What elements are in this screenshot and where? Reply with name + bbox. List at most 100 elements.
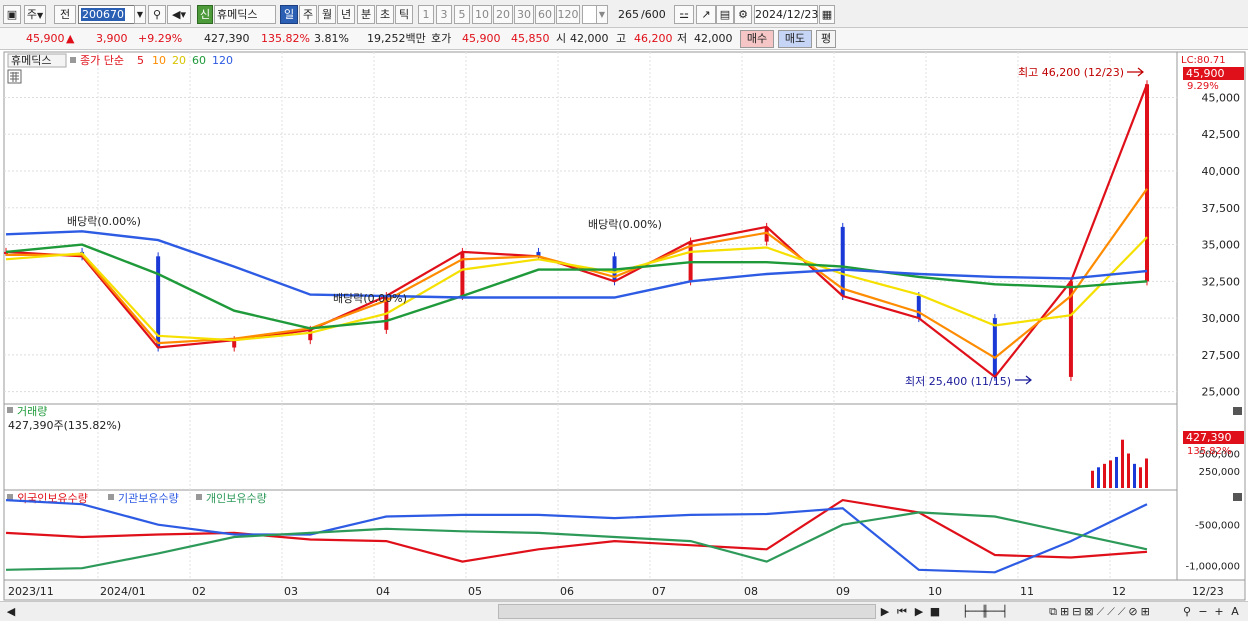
drawing-tool-icon[interactable]: ↗: [696, 5, 716, 24]
data-count-max: /600: [641, 8, 666, 21]
zoom-in-icon[interactable]: +: [1212, 604, 1226, 619]
window-menu-icon[interactable]: ▣: [3, 5, 21, 24]
holdings-tick-label: -500,000: [1195, 521, 1240, 532]
price-tick-label: 40,000: [1202, 165, 1241, 178]
candle-type-icon[interactable]: ⚍: [674, 5, 694, 24]
scroll-right-icon[interactable]: ▶: [878, 604, 892, 619]
price-tick-label: 25,000: [1202, 386, 1241, 399]
interval-1[interactable]: 1: [418, 5, 434, 24]
candle-body: [840, 226, 845, 297]
volume-bar: [1091, 470, 1094, 488]
period-week[interactable]: 주: [299, 5, 317, 24]
holdings-tick-label: -1,000,000: [1185, 562, 1240, 573]
prev-button[interactable]: 전: [54, 5, 76, 24]
dividend-annotation-2: 배당락(0.00%): [333, 292, 407, 305]
period-year[interactable]: 년: [337, 5, 355, 24]
text-tool-icon[interactable]: A: [1228, 604, 1242, 619]
eval-button[interactable]: 평: [816, 30, 836, 48]
candle-body: [1145, 84, 1149, 282]
period-minute[interactable]: 분: [357, 5, 375, 24]
legend-stock: 휴메딕스: [11, 54, 51, 67]
candle-body: [992, 318, 997, 377]
interval-dropdown-icon[interactable]: ▼: [596, 5, 608, 24]
interval-20[interactable]: 20: [493, 5, 513, 24]
legend-ma-120: 120: [212, 54, 233, 67]
period-tick[interactable]: 틱: [395, 5, 413, 24]
period-second[interactable]: 초: [376, 5, 394, 24]
period-month[interactable]: 월: [318, 5, 336, 24]
legend-ma-5: 5: [137, 54, 144, 67]
interval-3[interactable]: 3: [436, 5, 452, 24]
quote-bar: 45,900 ▲ 3,900 +9.29% 427,390 135.82% 3.…: [0, 28, 1248, 50]
holdings-legend-marker-3: [196, 494, 202, 500]
holdings-legend-institution: 기관보유수량: [118, 492, 179, 505]
scroll-thumb[interactable]: [498, 604, 876, 619]
date-tick-label: 04: [376, 585, 390, 598]
volume-bar: [1115, 456, 1118, 488]
scroll-bar[interactable]: ◀ ▶ ⏮ ▶ ■ ├──╫──┤ ⧉⊞⊟⊠⟋⟋⟋⊘⊞ ⚲ − + A: [0, 601, 1248, 621]
legend-ma-10: 10: [152, 54, 166, 67]
high-label: 고: [616, 32, 627, 45]
speaker-icon[interactable]: ◀▾: [167, 5, 191, 24]
price-tick-label: 27,500: [1202, 349, 1241, 362]
volume-bar: [1139, 467, 1142, 488]
drawing-tools[interactable]: ⧉⊞⊟⊠⟋⟋⟋⊘⊞: [1026, 604, 1176, 619]
up-arrow-icon: ▲: [66, 32, 75, 45]
zoom-slider[interactable]: ├──╫──┤: [950, 604, 1020, 619]
type-select[interactable]: 주▼: [24, 5, 46, 24]
interval-30[interactable]: 30: [514, 5, 534, 24]
volume-panel-close-icon[interactable]: [1233, 407, 1242, 415]
rewind-icon[interactable]: ⏮: [894, 604, 910, 619]
play-icon[interactable]: ▶: [912, 604, 926, 619]
date-tick-label: 10: [928, 585, 942, 598]
interval-10[interactable]: 10: [472, 5, 492, 24]
volume-current: 427,390주(135.82%): [8, 419, 121, 432]
chart-svg: 휴메딕스 종가 단순 5 10 20 60 120 LC:80.71 45,00…: [3, 51, 1246, 601]
holdings-legend-marker-2: [108, 494, 114, 500]
interval-60[interactable]: 60: [535, 5, 555, 24]
holdings-panel-close-icon[interactable]: [1233, 493, 1242, 501]
open-price: 42,000: [570, 32, 609, 45]
volume-value: 427,390: [204, 32, 250, 45]
data-count[interactable]: 265: [610, 5, 640, 24]
sell-button[interactable]: 매도: [778, 30, 812, 48]
zoom-out-icon[interactable]: −: [1196, 604, 1210, 619]
bid-ask-label: 호가: [431, 32, 452, 45]
stock-code-value: 200670: [81, 8, 125, 21]
date-input[interactable]: 2024/12/23: [754, 5, 818, 24]
holdings-legend-marker-1: [7, 494, 13, 500]
interval-120[interactable]: 120: [556, 5, 580, 24]
price-tick-label: 32,500: [1202, 275, 1241, 288]
buy-button[interactable]: 매수: [740, 30, 774, 48]
volume-tick-label: 250,000: [1199, 467, 1240, 478]
gear-icon[interactable]: ⚙: [734, 5, 752, 24]
scroll-left-icon[interactable]: ◀: [4, 604, 18, 619]
date-tick-label: 03: [284, 585, 298, 598]
new-badge: 신: [197, 5, 213, 24]
volume-bar: [1121, 439, 1124, 488]
bid-price: 45,850: [511, 32, 550, 45]
price-axis-ticks: 45,000 42,500 40,000 37,500 35,000 32,500 30,0…: [1202, 91, 1241, 398]
stop-icon[interactable]: ■: [928, 604, 942, 619]
date-axis: [3, 579, 1246, 601]
calendar-icon[interactable]: ▦: [819, 5, 835, 24]
holdings-legend-individual: 개인보유수량: [206, 492, 267, 505]
lc-label: LC:80.71: [1181, 55, 1226, 66]
date-tick-label: 09: [836, 585, 850, 598]
price-tick-label: 37,500: [1202, 202, 1241, 215]
current-price: 45,900: [26, 32, 65, 45]
code-dropdown-icon[interactable]: ▼: [134, 5, 146, 24]
save-icon[interactable]: ▤: [716, 5, 734, 24]
price-tick-label: 45,000: [1202, 91, 1241, 104]
search-zoom-icon[interactable]: ⚲: [1180, 604, 1194, 619]
high-price: 46,200: [634, 32, 673, 45]
date-tick-label: 02: [192, 585, 206, 598]
trade-amount: 19,252백만: [367, 32, 426, 45]
interval-5[interactable]: 5: [454, 5, 470, 24]
price-tick-label: 42,500: [1202, 128, 1241, 141]
stock-name-field[interactable]: 휴메딕스: [214, 5, 276, 24]
period-day[interactable]: 일: [280, 5, 298, 24]
volume-bar: [1133, 463, 1136, 488]
volume-legend-marker: [7, 407, 13, 413]
search-icon[interactable]: ⚲: [148, 5, 166, 24]
